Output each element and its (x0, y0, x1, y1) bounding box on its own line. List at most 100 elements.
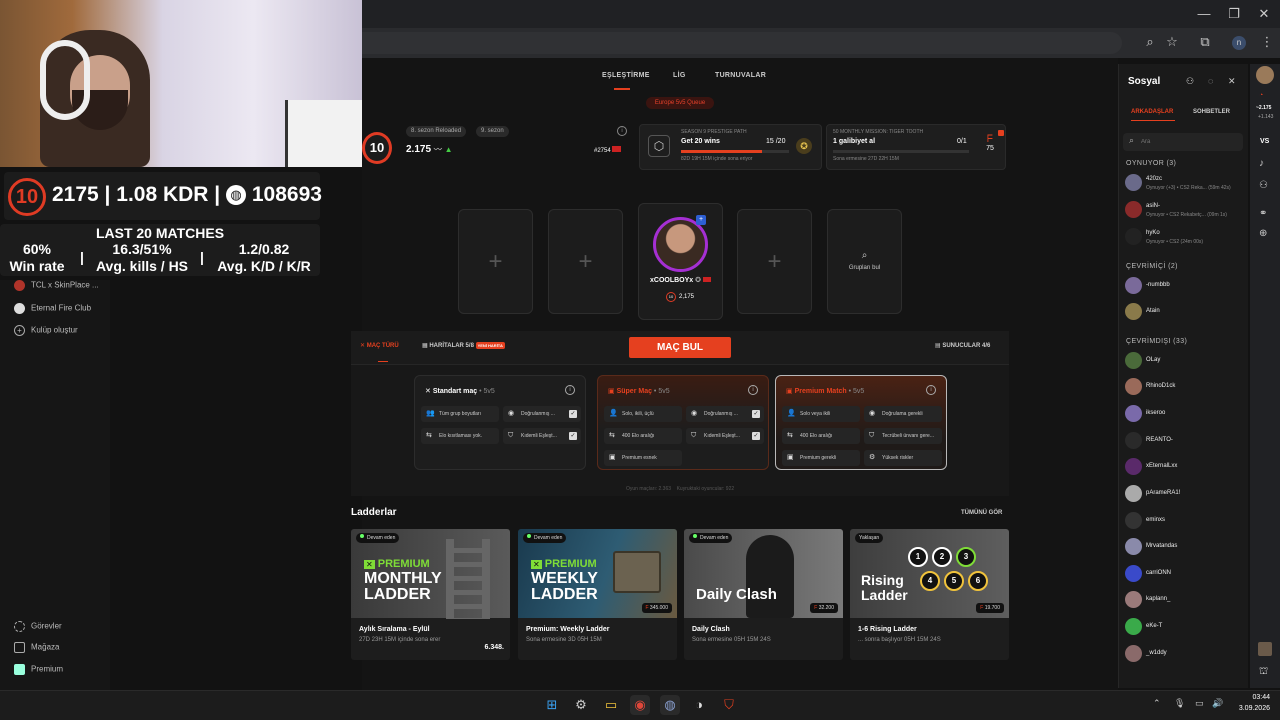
browser-menu-icon[interactable]: ⋮ (1258, 34, 1276, 50)
ladder-graphic (613, 551, 661, 593)
faceit-points-icon: ᖴ (814, 605, 818, 611)
clock-time[interactable]: 03:44 (1234, 694, 1270, 701)
party-leader-icon: + (696, 215, 706, 225)
tab-tournaments[interactable]: TURNUVALAR (715, 72, 766, 79)
faceit-icon[interactable]: ⛉ (719, 695, 739, 715)
friends-rail-icon[interactable]: ⚇ (1259, 180, 1268, 191)
sidebar-club-eternal-fire[interactable]: Eternal Fire Club (14, 303, 91, 314)
level-badge: 10 (362, 132, 392, 164)
friend-row[interactable]: pArameRA1! (1125, 483, 1243, 505)
friend-row[interactable]: hyKo Oynuyor • CS2 (24m 00s) (1125, 226, 1243, 248)
friend-row[interactable]: xEternalLxx (1125, 456, 1243, 478)
friend-row[interactable]: -numbbb (1125, 275, 1243, 297)
server-icon: ▤ (935, 343, 941, 349)
ladder-card-monthly[interactable]: Devam eden ✕ PREMIUM MONTHLY LADDER Aylı… (351, 529, 510, 660)
friend-row[interactable]: ikseroo (1125, 403, 1243, 425)
feature-item: 👥 Tüm grup boyutları (421, 406, 499, 422)
info-icon[interactable]: i (617, 126, 627, 136)
add-friend-icon[interactable]: ⚇ (1186, 76, 1194, 87)
season-pill[interactable]: 8. sezon Reloaded (406, 126, 467, 137)
friend-row[interactable]: carriONN (1125, 563, 1243, 585)
sidebar-premium[interactable]: Premium (14, 664, 63, 675)
party-slot-empty[interactable]: + (548, 209, 623, 314)
rail-vs[interactable]: VS (1260, 138, 1269, 145)
rail-avatar[interactable] (1256, 66, 1274, 84)
clock-date[interactable]: 3.09.2026 (1230, 705, 1270, 712)
volume-icon[interactable]: 🔊 (1212, 698, 1223, 709)
friend-search-input[interactable] (1141, 136, 1237, 148)
season-pill-2[interactable]: 9. sezon (476, 126, 509, 137)
ladder-card-daily[interactable]: Devam eden Daily Clash ᖴ 32.200 Daily Cl… (684, 529, 843, 660)
find-groups-slot[interactable]: ⌕ Grupları bul (827, 209, 902, 314)
friend-row[interactable]: eKe-T (1125, 616, 1243, 638)
chat-icon[interactable]: ◌ (1208, 76, 1213, 86)
discord-icon[interactable]: ◑ (689, 695, 709, 715)
rank-icon: ⛉ (691, 432, 697, 439)
party-slot-empty[interactable]: + (737, 209, 812, 314)
close-panel-icon[interactable]: ✕ (1228, 76, 1236, 87)
extensions-icon[interactable]: ⧉ (1196, 34, 1214, 50)
friend-row[interactable]: OLay (1125, 350, 1243, 372)
queue-badge[interactable]: Europe 5v5 Queue (646, 97, 714, 109)
level-5-icon: 5 (944, 571, 964, 591)
profile-avatar[interactable]: n (1232, 36, 1246, 50)
tab-chats[interactable]: SOHBETLER (1193, 109, 1230, 115)
microphone-icon[interactable]: 🎙 (1174, 698, 1185, 709)
user-icon: 👤 (787, 410, 796, 417)
tab-matchmaking[interactable]: EŞLEŞTİRME (602, 72, 650, 79)
sidebar-missions[interactable]: Görevler (14, 621, 62, 632)
rail-add-icon[interactable]: ⊕ (1259, 228, 1267, 239)
checkbox-checked: ✓ (752, 410, 760, 418)
sidebar-club-tcl[interactable]: TCL x SkinPlace ... (14, 280, 99, 291)
friend-row[interactable]: Mrvatandas (1125, 536, 1243, 558)
mode-super-match[interactable]: ▣ Süper Maç • 5v5 i 👤 Solo, ikili, üçlü ◉… (597, 375, 769, 470)
friend-row[interactable]: 420zc Oynuyor (+3) • CS2 Reka... (59m 42s… (1125, 172, 1243, 194)
friend-row[interactable]: eminxs (1125, 510, 1243, 532)
maximize-icon[interactable]: ❐ (1224, 6, 1244, 22)
mode-standard[interactable]: ✕ Standart maç • 5v5 i 👥 Tüm grup boyutla… (414, 375, 586, 470)
rail-app-icon[interactable] (1258, 642, 1272, 656)
sidebar-create-club[interactable]: + Kulüp oluştur (14, 325, 78, 336)
club-logo-icon (14, 303, 25, 314)
find-match-button[interactable]: MAÇ BUL (629, 337, 731, 358)
notifications-icon[interactable]: ♪ (1259, 158, 1264, 169)
mode-premium-match[interactable]: ▣ Premium Match • 5v5 i 👤 Solo veya ikili… (775, 375, 947, 470)
close-window-icon[interactable]: ✕ (1254, 6, 1274, 22)
mission-title: 50 MONTHLY MISSION: TIGER TOOTH (833, 129, 924, 135)
bookmark-star-icon[interactable]: ☆ (1163, 34, 1181, 50)
friend-row[interactable]: Atain (1125, 301, 1243, 323)
checkbox-checked: ✓ (569, 432, 577, 440)
friend-row[interactable]: asiN- Oynuyor • CS2 Rekabetç... (09m 1s) (1125, 199, 1243, 221)
rail-group-icon[interactable]: ⚭ (1259, 208, 1267, 219)
tab-friends[interactable]: ARKADAŞLAR (1131, 109, 1173, 115)
tab-servers[interactable]: ▤ SUNUCULAR 4/6 (935, 342, 990, 349)
shield-check-icon: ◉ (508, 410, 515, 417)
chrome-icon[interactable]: ◉ (630, 695, 650, 715)
friend-row[interactable]: RhinoD1ck (1125, 376, 1243, 398)
tab-league[interactable]: LİG (673, 72, 686, 79)
friend-row[interactable]: _w1ddy (1125, 643, 1243, 665)
tab-maps[interactable]: ▦ HARİTALAR 5/8 YENİ HARİTA (422, 342, 505, 349)
prestige-goal: Get 20 wins (681, 138, 720, 145)
address-bar[interactable] (362, 32, 1122, 54)
minimize-icon[interactable]: — (1194, 6, 1214, 21)
file-explorer-icon[interactable]: ▭ (601, 695, 621, 715)
network-icon[interactable]: ▭ (1195, 698, 1204, 709)
friend-search-box[interactable]: ⌕ (1123, 133, 1243, 151)
tab-match-type[interactable]: ✕ MAÇ TÜRÜ (360, 342, 399, 349)
zoom-icon[interactable]: ⌕ (1141, 34, 1159, 50)
ladder-card-rising[interactable]: 1 2 3 4 5 6 Yaklaşan Rising Ladder ᖴ 19.… (850, 529, 1009, 660)
party-slot-empty[interactable]: + (458, 209, 533, 314)
sidebar-store[interactable]: Mağaza (14, 642, 59, 653)
mission-reward: ᖴ 75 (983, 134, 997, 152)
friend-row[interactable]: REANTO- (1125, 430, 1243, 452)
ladder-card-weekly[interactable]: Devam eden ✕ PREMIUM WEEKLY LADDER ᖴ 345… (518, 529, 677, 660)
windows-start-icon[interactable]: ⊞ (542, 695, 562, 715)
friend-row[interactable]: kaplann_ (1125, 589, 1243, 611)
tray-chevron-icon[interactable]: ⌃ (1153, 698, 1161, 709)
app-icon[interactable]: ◍ (660, 695, 680, 715)
rail-shop-icon[interactable]: ⛫ (1259, 666, 1268, 679)
see-all-link[interactable]: TÜMÜNÜ GÖR (961, 510, 1002, 516)
feature-item: 👤 Solo, ikili, üçlü (604, 406, 682, 422)
steam-icon[interactable]: ⚙ (571, 695, 591, 715)
